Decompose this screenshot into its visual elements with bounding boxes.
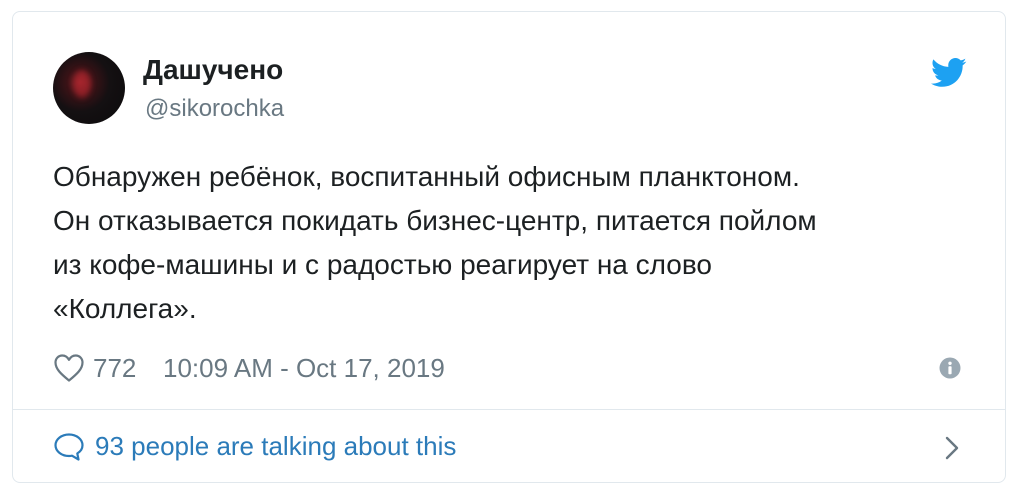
like-count[interactable]: 772 bbox=[93, 353, 136, 384]
tweet-meta: 772 10:09 AM - Oct 17, 2019 bbox=[53, 349, 983, 385]
author-display-name[interactable]: Дашучено bbox=[143, 54, 283, 86]
chevron-right-icon bbox=[945, 436, 959, 460]
tweet-text-line: Он отказывается покидать бизнес-центр, п… bbox=[53, 205, 817, 236]
tweet-timestamp[interactable]: 10:09 AM - Oct 17, 2019 bbox=[163, 353, 445, 384]
avatar-highlight bbox=[73, 70, 91, 98]
conversation-label: 93 people are talking about this bbox=[95, 431, 457, 461]
conversation-link[interactable]: 93 people are talking about this bbox=[13, 410, 1005, 482]
info-icon[interactable] bbox=[939, 357, 961, 379]
tweet-text-line: Обнаружен ребёнок, воспитанный офисным п… bbox=[53, 161, 800, 192]
avatar[interactable] bbox=[53, 52, 125, 124]
tweet-card: Дашучено @sikorochka Обнаружен ребёнок, … bbox=[12, 11, 1006, 483]
twitter-bird-icon[interactable] bbox=[931, 58, 967, 88]
tweet-header: Дашучено @sikorochka bbox=[13, 12, 1005, 132]
author-handle[interactable]: @sikorochka bbox=[145, 95, 284, 123]
tweet-text: Обнаружен ребёнок, воспитанный офисным п… bbox=[53, 155, 983, 331]
tweet-text-line: «Коллега». bbox=[53, 293, 197, 324]
heart-icon[interactable] bbox=[53, 353, 85, 383]
comment-icon bbox=[54, 433, 84, 461]
tweet-text-line: из кофе-машины и с радостью реагирует на… bbox=[53, 249, 712, 280]
